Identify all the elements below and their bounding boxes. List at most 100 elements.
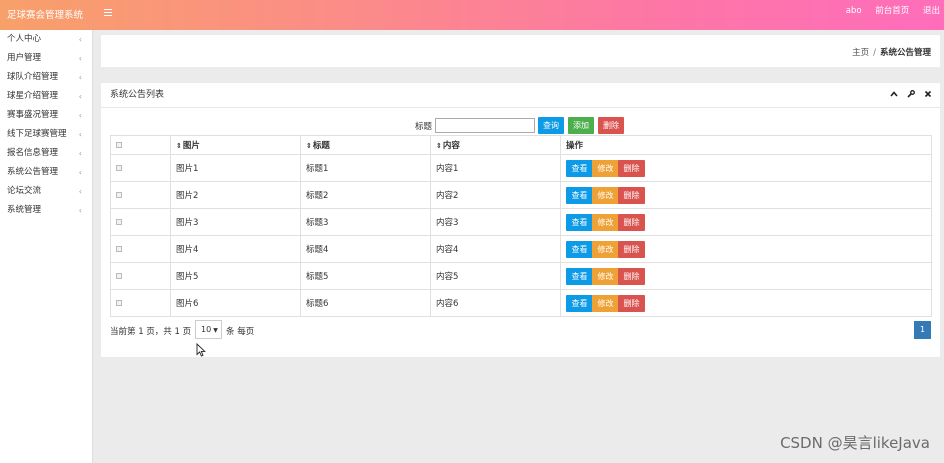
row-select-cell	[110, 235, 171, 263]
sidebar-item-label: 线下足球赛管理	[7, 129, 67, 139]
sidebar-item-system-management[interactable]: 系统管理 ‹	[0, 201, 92, 220]
sidebar-item-label: 论坛交流	[7, 186, 42, 196]
row-select-cell	[110, 181, 171, 209]
title-cell: 标题2	[300, 181, 431, 209]
row-select-cell	[110, 262, 171, 290]
sidebar-item-personal-center[interactable]: 个人中心 ‹	[0, 30, 92, 49]
delete-button[interactable]: 删除	[618, 267, 645, 285]
title-cell: 标题6	[300, 289, 431, 317]
sidebar-item-forum[interactable]: 论坛交流 ‹	[0, 182, 92, 201]
content-cell: 内容3	[430, 208, 561, 236]
sidebar-item-user-management[interactable]: 用户管理 ‹	[0, 49, 92, 68]
sidebar-item-label: 系统公告管理	[7, 167, 59, 177]
actions-cell: 查看 修改 删除	[560, 262, 932, 290]
query-button[interactable]: 查询	[538, 117, 564, 134]
sort-icon: ⇕	[436, 142, 442, 150]
table-row: 图片6 标题6 内容6 查看 修改 删除	[110, 289, 932, 317]
table-row: 图片5 标题5 内容5 查看 修改 删除	[110, 262, 932, 290]
row-checkbox[interactable]	[116, 164, 122, 171]
view-button[interactable]: 查看	[566, 240, 593, 258]
breadcrumb: 主页 / 系统公告管理	[852, 35, 931, 71]
sort-icon: ⇕	[306, 142, 312, 150]
mouse-cursor-icon	[196, 343, 206, 357]
edit-button[interactable]: 修改	[592, 186, 619, 204]
wrench-icon[interactable]	[907, 90, 916, 100]
content-cell: 内容5	[430, 262, 561, 290]
page-size-select[interactable]: 10 ▼	[195, 320, 222, 339]
hamburger-menu-icon[interactable]	[104, 9, 112, 17]
chevron-left-icon: ‹	[78, 168, 82, 177]
app-title: 足球赛会管理系统	[7, 10, 84, 21]
sidebar-item-label: 个人中心	[7, 34, 42, 44]
row-checkbox[interactable]	[116, 191, 122, 198]
row-checkbox[interactable]	[116, 245, 122, 252]
delete-button[interactable]: 删除	[618, 159, 645, 177]
actions-cell: 查看 修改 删除	[560, 208, 932, 236]
title-cell: 标题5	[300, 262, 431, 290]
select-all-cell	[110, 135, 171, 155]
table-header-row: ⇕图片 ⇕标题 ⇕内容 操作	[110, 135, 932, 155]
delete-button[interactable]: 删除	[618, 294, 645, 312]
sidebar-item-event-highlights[interactable]: 赛事盛况管理 ‹	[0, 106, 92, 125]
pagination-summary: 当前第 1 页，共 1 页	[110, 327, 192, 337]
close-icon[interactable]	[924, 90, 932, 100]
chevron-left-icon: ‹	[78, 187, 82, 196]
add-button[interactable]: 添加	[568, 117, 594, 134]
content-cell: 内容4	[430, 235, 561, 263]
chevron-up-icon[interactable]	[890, 90, 898, 100]
row-select-cell	[110, 154, 171, 182]
view-button[interactable]: 查看	[566, 159, 593, 177]
chevron-left-icon: ‹	[78, 149, 82, 158]
view-button[interactable]: 查看	[566, 213, 593, 231]
table-row: 图片4 标题4 内容4 查看 修改 删除	[110, 235, 932, 263]
table-row: 图片1 标题1 内容1 查看 修改 删除	[110, 154, 932, 182]
logout-link[interactable]: 退出	[923, 6, 940, 16]
edit-button[interactable]: 修改	[592, 159, 619, 177]
breadcrumb-bar: 主页 / 系统公告管理	[101, 35, 940, 67]
delete-button[interactable]: 删除	[618, 240, 645, 258]
sidebar-item-offline-match[interactable]: 线下足球赛管理 ‹	[0, 125, 92, 144]
delete-button[interactable]: 删除	[618, 186, 645, 204]
row-select-cell	[110, 289, 171, 317]
delete-button[interactable]: 删除	[618, 213, 645, 231]
view-button[interactable]: 查看	[566, 294, 593, 312]
title-cell: 标题4	[300, 235, 431, 263]
batch-delete-button[interactable]: 删除	[598, 117, 624, 134]
panel-title: 系统公告列表	[110, 90, 165, 100]
row-checkbox[interactable]	[116, 299, 122, 306]
sidebar-item-registration[interactable]: 报名信息管理 ‹	[0, 144, 92, 163]
content-cell: 内容2	[430, 181, 561, 209]
select-all-checkbox[interactable]	[116, 141, 122, 148]
caret-down-icon: ▼	[213, 327, 218, 334]
edit-button[interactable]: 修改	[592, 213, 619, 231]
page-number-button[interactable]: 1	[914, 321, 931, 339]
title-cell: 标题3	[300, 208, 431, 236]
chevron-left-icon: ‹	[78, 206, 82, 215]
search-bar: 标题 查询 添加 删除	[101, 117, 940, 135]
column-header-image[interactable]: ⇕图片	[170, 135, 301, 155]
view-button[interactable]: 查看	[566, 267, 593, 285]
frontend-home-link[interactable]: 前台首页	[875, 6, 909, 16]
breadcrumb-home[interactable]: 主页	[852, 48, 869, 58]
user-name[interactable]: abo	[846, 6, 862, 16]
sidebar-item-announcements[interactable]: 系统公告管理 ‹	[0, 163, 92, 182]
sidebar-item-label: 赛事盛况管理	[7, 110, 59, 120]
sidebar-item-team-intro[interactable]: 球队介绍管理 ‹	[0, 68, 92, 87]
search-title-input[interactable]	[435, 118, 535, 133]
edit-button[interactable]: 修改	[592, 294, 619, 312]
edit-button[interactable]: 修改	[592, 267, 619, 285]
sidebar-item-label: 报名信息管理	[7, 148, 59, 158]
chevron-left-icon: ‹	[78, 35, 82, 44]
edit-button[interactable]: 修改	[592, 240, 619, 258]
image-cell: 图片5	[170, 262, 301, 290]
column-header-content[interactable]: ⇕内容	[430, 135, 561, 155]
row-checkbox[interactable]	[116, 218, 122, 225]
column-header-title[interactable]: ⇕标题	[300, 135, 431, 155]
actions-cell: 查看 修改 删除	[560, 235, 932, 263]
table-row: 图片2 标题2 内容2 查看 修改 删除	[110, 181, 932, 209]
view-button[interactable]: 查看	[566, 186, 593, 204]
table-row: 图片3 标题3 内容3 查看 修改 删除	[110, 208, 932, 236]
sidebar-item-star-intro[interactable]: 球星介绍管理 ‹	[0, 87, 92, 106]
row-checkbox[interactable]	[116, 272, 122, 279]
chevron-left-icon: ‹	[78, 54, 82, 63]
